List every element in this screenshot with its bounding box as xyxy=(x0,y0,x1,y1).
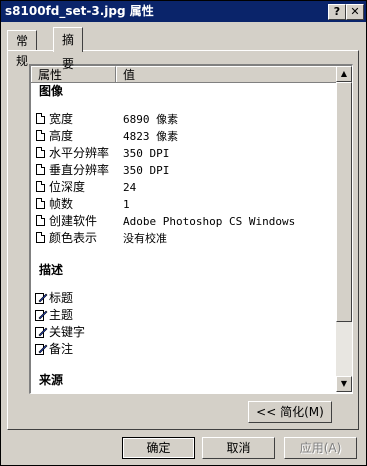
file-icon xyxy=(36,215,45,226)
file-icon xyxy=(36,130,45,141)
properties-dialog: s8100fd_set-3.jpg 属性 ? ✕ 常规 摘要 属性 值 图像 宽… xyxy=(0,0,367,466)
file-icon xyxy=(36,198,45,209)
property-value: 1 xyxy=(123,198,130,211)
property-value: 没有校准 xyxy=(123,232,167,245)
property-name: 颜色表示 xyxy=(49,231,98,245)
file-icon xyxy=(36,147,45,158)
edit-page-icon xyxy=(35,344,48,355)
property-name: 高度 xyxy=(49,129,74,143)
apply-button[interactable]: 应用(A) xyxy=(284,437,357,459)
help-button[interactable]: ? xyxy=(328,4,346,20)
property-name: 备注 xyxy=(49,342,74,356)
edit-page-icon xyxy=(35,327,48,338)
summary-panel: 属性 值 图像 宽度 6890 像素 高度 4823 像素 水平分辨率 350 … xyxy=(7,50,359,430)
scroll-up-button[interactable]: ▲ xyxy=(336,66,352,82)
scroll-down-button[interactable]: ▼ xyxy=(336,376,352,392)
property-name: 创建软件 xyxy=(49,214,98,228)
group-description: 描述 xyxy=(39,263,64,277)
property-name: 关键字 xyxy=(49,325,86,339)
column-header-value[interactable]: 值 xyxy=(116,66,337,82)
scroll-thumb[interactable] xyxy=(336,82,352,322)
file-icon xyxy=(36,181,45,192)
property-name: 主题 xyxy=(49,308,74,322)
title-bar: s8100fd_set-3.jpg 属性 ? ✕ xyxy=(1,1,366,22)
property-name: 垂直分辨率 xyxy=(49,163,110,177)
property-name: 宽度 xyxy=(49,112,74,126)
list-header: 属性 值 xyxy=(31,66,337,83)
vertical-scrollbar[interactable]: ▲ ▼ xyxy=(336,66,352,392)
property-name: 帧数 xyxy=(49,197,74,211)
property-value: 350 DPI xyxy=(123,164,170,177)
tab-summary[interactable]: 摘要 xyxy=(53,27,84,71)
group-image: 图像 xyxy=(39,84,64,98)
window-title: s8100fd_set-3.jpg 属性 xyxy=(5,4,154,18)
file-icon xyxy=(36,232,45,243)
close-button[interactable]: ✕ xyxy=(346,4,364,20)
cancel-button[interactable]: 取消 xyxy=(202,437,275,459)
simple-view-button[interactable]: << 简化(M) xyxy=(248,401,332,423)
property-value: 24 xyxy=(123,181,137,194)
edit-page-icon xyxy=(35,293,48,304)
property-name: 位深度 xyxy=(49,180,86,194)
edit-page-icon xyxy=(35,310,48,321)
property-value: 6890 像素 xyxy=(123,113,179,126)
property-list[interactable]: 属性 值 图像 宽度 6890 像素 高度 4823 像素 水平分辨率 350 … xyxy=(29,64,353,394)
property-name: 标题 xyxy=(49,291,74,305)
tab-general[interactable]: 常规 xyxy=(7,30,38,68)
property-name: 水平分辨率 xyxy=(49,146,110,160)
property-value: Adobe Photoshop CS Windows xyxy=(123,215,296,228)
file-icon xyxy=(36,164,45,175)
property-value: 4823 像素 xyxy=(123,130,179,143)
group-origin: 来源 xyxy=(39,373,64,387)
property-value: 350 DPI xyxy=(123,147,170,160)
file-icon xyxy=(36,113,45,124)
ok-button[interactable]: 确定 xyxy=(122,437,195,459)
